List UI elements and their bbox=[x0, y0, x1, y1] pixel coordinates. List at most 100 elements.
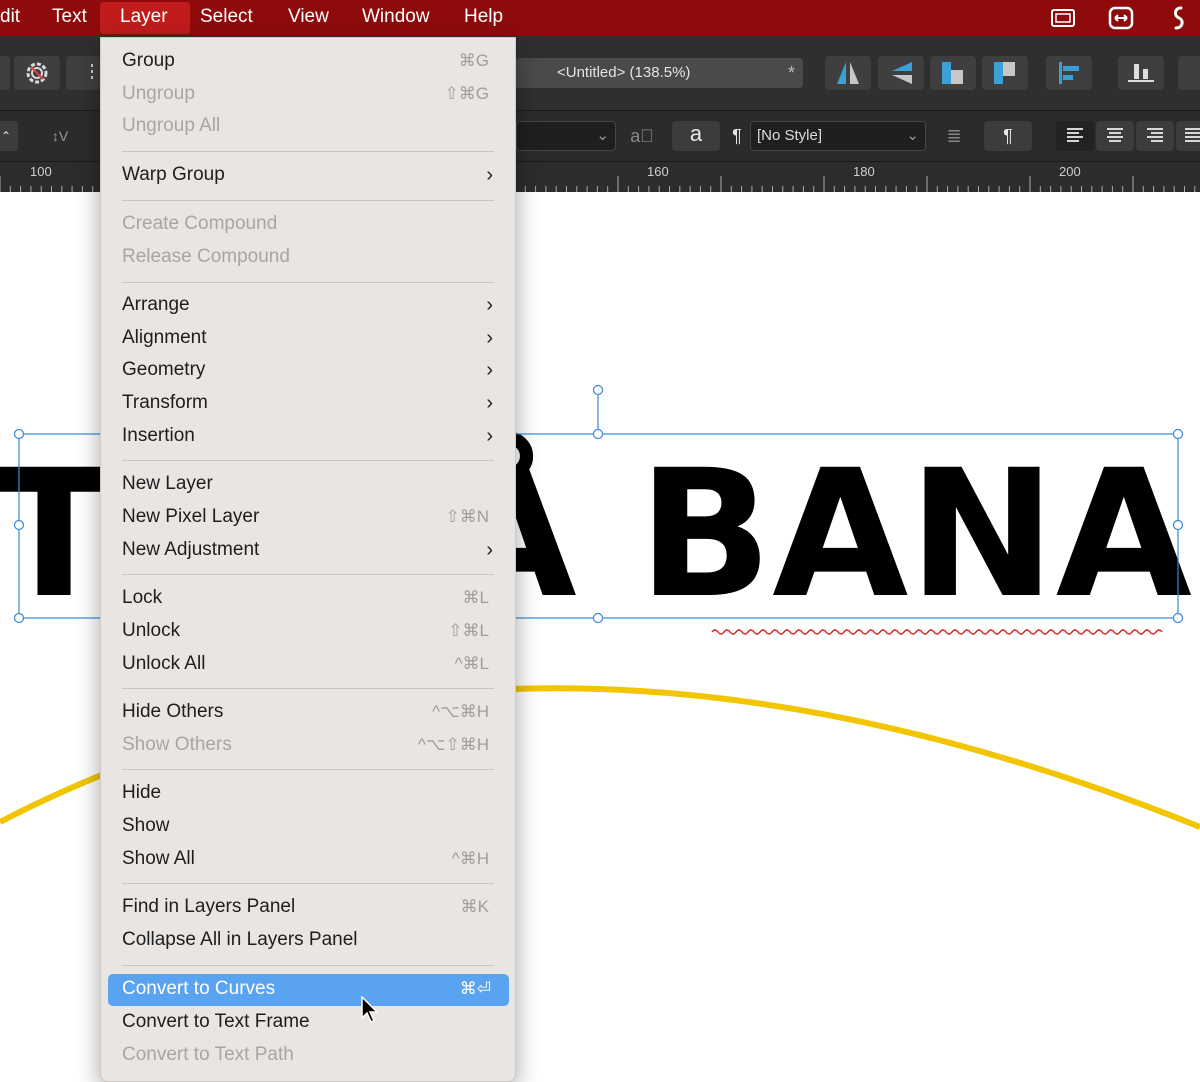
chevron-right-icon: › bbox=[486, 425, 493, 447]
app-logo-icon[interactable] bbox=[1166, 6, 1192, 30]
menubar-view[interactable]: View bbox=[278, 0, 339, 36]
rotate-left-icon bbox=[942, 62, 963, 84]
menu-item-alignment[interactable]: Alignment › bbox=[101, 323, 515, 355]
menu-item-hide-others[interactable]: Hide Others ^⌥⌘H bbox=[101, 697, 515, 729]
text-style-button[interactable]: a⃞ bbox=[624, 121, 660, 151]
menu-separator bbox=[122, 688, 494, 689]
menu-item-warp-group[interactable]: Warp Group › bbox=[101, 160, 515, 192]
marquee-button[interactable] bbox=[66, 56, 100, 90]
settings-button[interactable] bbox=[14, 56, 60, 90]
menu-item-hide[interactable]: Hide bbox=[101, 778, 515, 810]
menubar-window[interactable]: Window bbox=[352, 0, 440, 36]
rotate-left-button[interactable] bbox=[930, 56, 976, 90]
paragraph-style-value: [No Style] bbox=[757, 127, 823, 144]
menu-item-unlock-all[interactable]: Unlock All ^⌘L bbox=[101, 649, 515, 681]
selection-handle-bottom-right[interactable] bbox=[1172, 612, 1184, 624]
flip-vertical-button[interactable] bbox=[878, 56, 924, 90]
align-text-left-button[interactable] bbox=[1056, 121, 1094, 151]
tracking-icon: ↕V bbox=[51, 128, 69, 144]
menu-item-insertion[interactable]: Insertion › bbox=[101, 421, 515, 453]
menu-item-transform[interactable]: Transform › bbox=[101, 388, 515, 420]
menu-item-unlock[interactable]: Unlock ⇧⌘L bbox=[101, 616, 515, 648]
paragraph-style-edit-button[interactable]: ≣ bbox=[936, 121, 972, 151]
align-text-center-button[interactable] bbox=[1096, 121, 1134, 151]
align-text-left-icon bbox=[1067, 128, 1083, 142]
flip-vertical-icon bbox=[892, 62, 912, 84]
selection-handle-top-middle[interactable] bbox=[592, 428, 604, 440]
menu-item-find-in-layers-panel[interactable]: Find in Layers Panel ⌘K bbox=[101, 892, 515, 924]
pilcrow-label: ¶ bbox=[732, 126, 742, 146]
stepper[interactable]: ⌃ bbox=[0, 121, 18, 151]
justify-text-button[interactable] bbox=[1176, 121, 1200, 151]
menu-separator bbox=[122, 883, 494, 884]
align-left-icon bbox=[1059, 62, 1079, 84]
paragraph-button[interactable]: ¶ bbox=[984, 121, 1032, 151]
selection-handle-middle-right[interactable] bbox=[1172, 519, 1184, 531]
menu-item-new-layer[interactable]: New Layer bbox=[101, 469, 515, 501]
paragraph-style-dropdown[interactable]: [No Style] ⌄ bbox=[750, 121, 926, 151]
menu-item-convert-to-curves[interactable]: Convert to Curves ⌘⏎ bbox=[108, 974, 509, 1006]
menu-item-lock[interactable]: Lock ⌘L bbox=[101, 583, 515, 615]
tracking-button[interactable]: ↕V bbox=[40, 121, 80, 151]
modified-marker: * bbox=[787, 63, 795, 83]
menu-item-arrange[interactable]: Arrange › bbox=[101, 290, 515, 322]
align-text-right-button[interactable] bbox=[1136, 121, 1174, 151]
menu-item-show-all[interactable]: Show All ^⌘H bbox=[101, 844, 515, 876]
ruler-label-180: 180 bbox=[853, 164, 875, 179]
flip-horizontal-icon bbox=[837, 62, 859, 84]
selection-handle-bottom-left[interactable] bbox=[13, 612, 25, 624]
selection-handle-top-right[interactable] bbox=[1172, 428, 1184, 440]
menubar-text[interactable]: Text bbox=[42, 0, 97, 36]
selection-handle-bottom-middle[interactable] bbox=[592, 612, 604, 624]
menu-item-new-adjustment[interactable]: New Adjustment › bbox=[101, 535, 515, 567]
align-left-button[interactable] bbox=[1046, 56, 1092, 90]
menu-item-create-compound: Create Compound bbox=[122, 213, 278, 234]
menubar-edit[interactable]: dit bbox=[0, 0, 30, 36]
toolbar-button-partial[interactable] bbox=[0, 56, 10, 90]
menu-item-convert-to-text-path: Convert to Text Path bbox=[122, 1044, 294, 1065]
chevron-right-icon: › bbox=[486, 359, 493, 381]
chevron-right-icon: › bbox=[486, 392, 493, 414]
menu-item-show[interactable]: Show bbox=[101, 811, 515, 843]
text-style-icon: a⃞ bbox=[630, 126, 654, 146]
window-frame-icon[interactable] bbox=[1050, 6, 1076, 30]
menu-item-group[interactable]: Group ⌘G bbox=[101, 46, 515, 78]
menubar-help[interactable]: Help bbox=[454, 0, 513, 36]
ruler-label-200: 200 bbox=[1059, 164, 1081, 179]
menu-separator bbox=[122, 200, 494, 201]
rotate-right-button[interactable] bbox=[982, 56, 1028, 90]
menu-item-ungroup-all: Ungroup All bbox=[122, 115, 221, 136]
menubar-layer[interactable]: Layer bbox=[100, 2, 190, 34]
mouse-pointer-icon bbox=[361, 996, 379, 1024]
menu-item-show-others: Show Others ^⌥⇧⌘H bbox=[122, 734, 489, 755]
chevron-right-icon: › bbox=[486, 327, 493, 349]
selection-handle-middle-left[interactable] bbox=[13, 519, 25, 531]
flip-horizontal-button[interactable] bbox=[825, 56, 871, 90]
align-bottom-button[interactable] bbox=[1118, 56, 1164, 90]
layer-menu: Group ⌘G Ungroup ⇧⌘G Ungroup All Warp Gr… bbox=[100, 37, 516, 1082]
document-tab[interactable]: <Untitled> (138.5%) * bbox=[515, 58, 803, 88]
character-style-button[interactable]: a bbox=[672, 121, 720, 151]
marquee-icon bbox=[91, 64, 93, 82]
chevron-down-icon: ⌄ bbox=[596, 127, 609, 144]
swap-arrows-icon[interactable] bbox=[1108, 6, 1134, 30]
menu-item-convert-to-text-frame[interactable]: Convert to Text Frame bbox=[101, 1007, 515, 1039]
align-text-right-icon bbox=[1147, 128, 1163, 142]
menu-item-geometry[interactable]: Geometry › bbox=[101, 355, 515, 387]
menubar-select[interactable]: Select bbox=[190, 0, 263, 36]
selection-handle-top-left[interactable] bbox=[13, 428, 25, 440]
ruler-label-100: 100 bbox=[30, 164, 52, 179]
stepper-icon: ⌃ bbox=[0, 129, 12, 143]
font-size-dropdown[interactable]: ⌄ bbox=[516, 121, 616, 151]
menu-item-collapse-all-in-layers-panel[interactable]: Collapse All in Layers Panel bbox=[101, 925, 515, 957]
menu-separator bbox=[122, 965, 494, 966]
paragraph-style-edit-icon: ≣ bbox=[946, 126, 962, 146]
chevron-down-icon: ⌄ bbox=[906, 127, 919, 144]
menu-item-release-compound: Release Compound bbox=[122, 246, 290, 267]
toolbar-button-partial-right[interactable] bbox=[1178, 56, 1200, 90]
rotation-handle[interactable] bbox=[592, 384, 604, 396]
ruler-label-160: 160 bbox=[647, 164, 669, 179]
menu-item-new-pixel-layer[interactable]: New Pixel Layer ⇧⌘N bbox=[101, 502, 515, 534]
menu-separator bbox=[122, 282, 494, 283]
menu-separator bbox=[122, 574, 494, 575]
